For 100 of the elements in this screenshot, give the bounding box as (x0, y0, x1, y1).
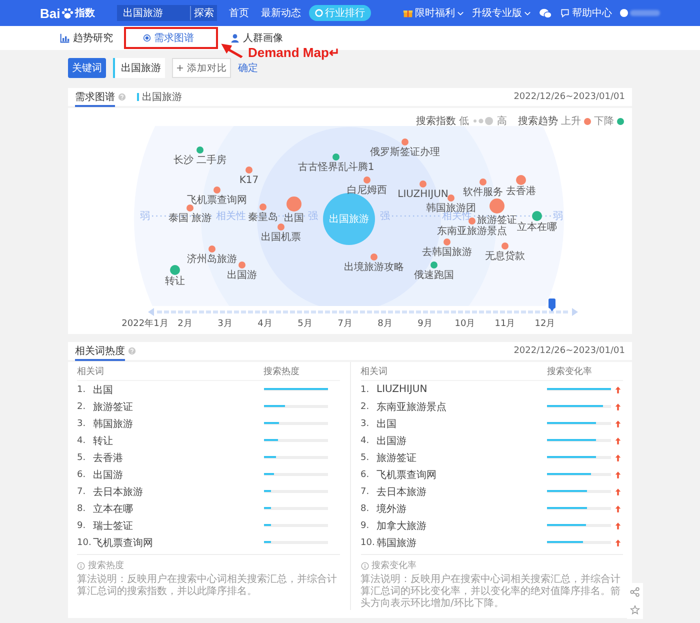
keyword-label: 飞机票查询网 (187, 194, 247, 206)
info-icon (77, 562, 85, 570)
rank-number: 5. (360, 452, 370, 462)
share-icon[interactable] (630, 587, 640, 597)
column-header: 搜索变化率 (547, 366, 593, 378)
keyword-cell[interactable]: LIUZHIJUN (376, 384, 547, 395)
nav-link[interactable]: 首页 (229, 6, 250, 20)
chat-icon[interactable] (539, 8, 552, 18)
target-icon (315, 9, 324, 17)
keyword-cell[interactable]: 去日本旅游 (93, 484, 264, 498)
explore-button[interactable]: 探索 (190, 6, 218, 20)
month-label: 8月 (378, 318, 392, 330)
help-icon[interactable] (118, 93, 126, 101)
axis-label: 相关性 (442, 210, 472, 223)
search-field[interactable]: 出国旅游 探索 (117, 5, 218, 21)
rank-number: 1. (360, 384, 370, 394)
month-label: 9月 (418, 318, 432, 330)
month-label: 12月 (534, 318, 556, 330)
confirm-link[interactable]: 确定 (238, 61, 258, 75)
caret-icon (524, 10, 531, 16)
month-label: 2022年1月 (122, 318, 168, 330)
keyword-field[interactable]: 出国旅游 (113, 58, 165, 78)
menu-dropdown[interactable]: 限时福利 (403, 6, 464, 20)
sub-nav-tab[interactable]: 人群画像 (230, 31, 283, 45)
month-label: 10月 (454, 318, 476, 330)
avatar[interactable] (620, 9, 628, 17)
person-icon (230, 33, 240, 43)
keyword-cell[interactable]: 韩国旅游 (376, 536, 547, 550)
demand-map-tab[interactable]: 需求图谱 (75, 89, 115, 107)
paw-icon (61, 6, 74, 20)
keyword-label: 古古怪界乱斗腾1 (298, 162, 374, 172)
keyword-label: 出国游 (227, 270, 257, 280)
sub-nav-tab[interactable]: 趋势研究 (60, 31, 113, 45)
menu-dropdown[interactable]: 升级专业版 (472, 6, 531, 20)
keyword-cell[interactable]: 出国游 (93, 468, 264, 482)
add-compare-button[interactable]: + 添加对比 (172, 58, 231, 78)
keyword-cell[interactable]: 转让 (93, 434, 264, 448)
keyword-cell[interactable]: 飞机票查询网 (93, 536, 264, 550)
keyword-cell[interactable]: 出国 (376, 416, 547, 430)
rank-number: 1. (77, 384, 87, 394)
keyword-label: LIUZHIJUN (398, 188, 448, 200)
rank-number: 4. (77, 436, 87, 446)
keyword-cell[interactable]: 旅游签证 (93, 400, 264, 414)
related-heat-tab[interactable]: 相关词热度 (75, 343, 125, 361)
keyword-label: K17 (239, 174, 259, 186)
rank-number: 8. (360, 504, 370, 514)
keyword-cell[interactable]: 韩国旅游 (93, 416, 264, 430)
keyword-cell[interactable]: 飞机票查询网 (376, 468, 547, 482)
month-label: 7月 (338, 318, 352, 330)
keyword-cell[interactable]: 境外游 (376, 502, 547, 516)
rank-number: 9. (360, 520, 370, 530)
legend-label: 上升 (561, 114, 581, 128)
column-header: 搜索热度 (264, 366, 300, 378)
axis-label: 强 (308, 210, 318, 223)
keyword-button[interactable]: 关键词 (68, 58, 106, 78)
rank-number: 2. (360, 402, 370, 412)
help-center-link[interactable]: 帮助中心 (560, 6, 612, 20)
algorithm-note: 算法说明：反映用户在搜索中心词相关搜索汇总，并综合计算汇总词的环比变化率，并以变化率的绝对值降序排名。箭头方向表示环比增加/环比下降。 (360, 574, 622, 610)
keyword-label: 俄速跑国 (414, 270, 454, 280)
keyword-label: 无息贷款 (485, 250, 525, 262)
rank-number: 6. (77, 470, 87, 480)
keyword-label: 软件服务 (463, 186, 503, 198)
keyword-cell[interactable]: 去香港 (93, 450, 264, 464)
keyword-cell[interactable]: 旅游签证 (376, 450, 547, 464)
keyword-label: 韩国旅游团 (426, 202, 476, 214)
series-marker (137, 93, 139, 101)
keyword-label: 长沙 二手房 (173, 154, 227, 166)
chat-bubble-icon (560, 8, 570, 18)
keyword-label: 秦皇岛 (248, 212, 278, 222)
help-icon[interactable] (128, 347, 136, 355)
keyword-cell[interactable]: 瑞士签证 (93, 518, 264, 532)
keyword-cell[interactable]: 去日本旅游 (376, 484, 547, 498)
keyword-label: 白尼姆西 (347, 184, 387, 196)
keyword-cell[interactable]: 加拿大旅游 (376, 518, 547, 532)
keyword-cell[interactable]: 出国 (93, 382, 264, 396)
star-icon[interactable] (630, 605, 640, 615)
annotation-arrow (219, 41, 245, 59)
nav-link[interactable]: 最新动态 (261, 6, 302, 20)
month-label: 3月 (218, 318, 232, 330)
annotation-label: Demand Map↵ (248, 45, 340, 60)
rank-number: 3. (77, 418, 87, 428)
keyword-cell[interactable]: 立本在哪 (93, 502, 264, 516)
month-label: 4月 (258, 318, 272, 330)
timeline-handle[interactable] (548, 298, 556, 312)
keyword-label: 去香港 (506, 186, 536, 197)
keyword-label: 出境旅游攻略 (344, 262, 404, 272)
rank-number: 3. (360, 418, 370, 428)
logo[interactable]: Bai 指数 (40, 6, 96, 20)
note-title: 搜索变化率 (372, 560, 416, 572)
legend-label: 低 (459, 115, 469, 128)
legend-label: 搜索趋势 (518, 114, 558, 128)
keyword-cell[interactable]: 东南亚旅游景点 (376, 400, 547, 414)
sub-nav-tab[interactable]: 需求图谱 (143, 31, 194, 45)
legend-dot (617, 118, 624, 124)
blurred-username (630, 10, 660, 16)
rank-number: 9. (77, 520, 87, 530)
axis-label: 相关性 (216, 210, 246, 223)
info-icon (360, 562, 368, 570)
keyword-cell[interactable]: 出国游 (376, 434, 547, 448)
keyword-label: 俄罗斯签证办理 (370, 146, 440, 158)
